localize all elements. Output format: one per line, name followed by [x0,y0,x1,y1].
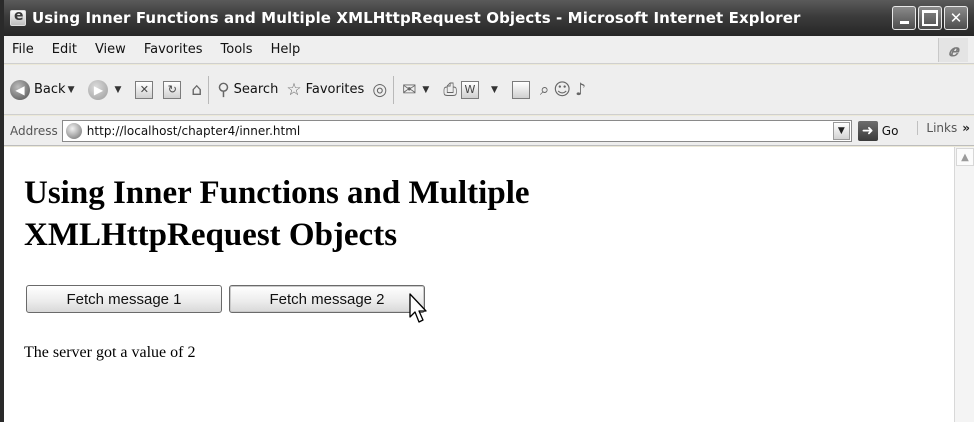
mail-icon: ✉ [402,79,417,100]
go-label: Go [881,123,899,138]
address-bar: Address http://localhost/chapter4/inner.… [4,116,974,146]
links-button[interactable]: Links » [917,121,970,135]
discuss-icon[interactable] [511,80,530,99]
chevron-down-icon[interactable]: ▼ [68,85,75,95]
edit-button[interactable]: W ▼ [460,80,504,99]
edit-icon: W [460,80,479,99]
star-icon: ☆ [286,79,302,100]
stop-icon[interactable]: ✕ [135,80,154,99]
address-input[interactable]: http://localhost/chapter4/inner.html ▼ [61,119,852,142]
menu-edit[interactable]: Edit [52,42,77,57]
window-title: Using Inner Functions and Multiple XMLHt… [32,9,801,27]
page-title: Using Inner Functions and Multiple XMLHt… [24,175,530,253]
menu-tools[interactable]: Tools [221,42,253,57]
forward-button[interactable]: ▶ ▼ [88,79,127,100]
result-message: The server got a value of 2 [24,344,196,361]
menu-help[interactable]: Help [271,42,301,57]
caption-buttons: ✕ [892,6,968,30]
address-dropdown-chevron-icon[interactable]: ▼ [832,121,850,140]
vertical-scrollbar[interactable]: ▲ [954,147,974,422]
menu-view[interactable]: View [95,42,126,57]
page-content: Using Inner Functions and Multiple XMLHt… [4,147,954,422]
chevron-down-icon[interactable]: ▼ [491,85,498,95]
refresh-icon[interactable]: ↻ [163,80,182,99]
toolbar-separator [208,75,210,104]
fetch-message-1-button[interactable]: Fetch message 1 [26,285,222,313]
favorites-label: Favorites [305,82,365,97]
windows-logo-icon: ⅇ [938,38,968,62]
back-label: Back [34,82,66,97]
links-label: Links [926,121,958,135]
favorites-button[interactable]: ☆ Favorites [286,80,364,100]
close-button[interactable]: ✕ [944,6,968,30]
messenger-icon[interactable]: ☺ [553,80,571,100]
search-button[interactable]: ⚲ Search [217,80,278,100]
research-icon[interactable]: ⌕ [540,80,550,100]
chevron-right-icon: » [962,121,970,135]
go-arrow-icon: ➜ [857,120,878,141]
toolbar-separator [393,75,395,104]
ie-logo-icon [10,8,26,26]
printer-icon[interactable]: ⎙ [443,80,457,100]
arrow-left-icon: ◀ [10,79,30,100]
mail-button[interactable]: ✉ ▼ [402,80,435,100]
title-bar[interactable]: Using Inner Functions and Multiple XMLHt… [4,0,974,36]
chevron-down-icon[interactable]: ▼ [114,85,121,95]
fetch-message-2-button[interactable]: Fetch message 2 [229,285,425,313]
menu-bar: File Edit View Favorites Tools Help ⅇ [4,36,974,64]
scroll-up-icon[interactable]: ▲ [956,148,974,166]
search-icon: ⚲ [217,79,230,100]
address-url: http://localhost/chapter4/inner.html [86,123,301,138]
media-icon[interactable]: ♪ [575,80,586,100]
mouse-pointer-icon [409,293,427,323]
menu-favorites[interactable]: Favorites [144,42,203,57]
search-label: Search [233,82,279,97]
standard-toolbar: ◀ Back ▼ ▶ ▼ ✕ ↻ ⌂ ⚲ Search ☆ Favorites … [4,65,974,115]
minimize-button[interactable] [892,6,916,30]
browser-window: Using Inner Functions and Multiple XMLHt… [0,0,974,422]
arrow-right-icon: ▶ [88,79,109,100]
go-button[interactable]: ➜ Go [857,120,899,141]
menu-file[interactable]: File [12,42,34,57]
back-button[interactable]: ◀ Back ▼ [10,79,80,100]
home-icon[interactable]: ⌂ [191,80,202,100]
chevron-down-icon[interactable]: ▼ [422,85,429,95]
history-icon[interactable]: ◎ [372,80,387,100]
address-label: Address [10,123,58,138]
maximize-button[interactable] [918,6,942,30]
page-globe-icon [65,122,82,139]
